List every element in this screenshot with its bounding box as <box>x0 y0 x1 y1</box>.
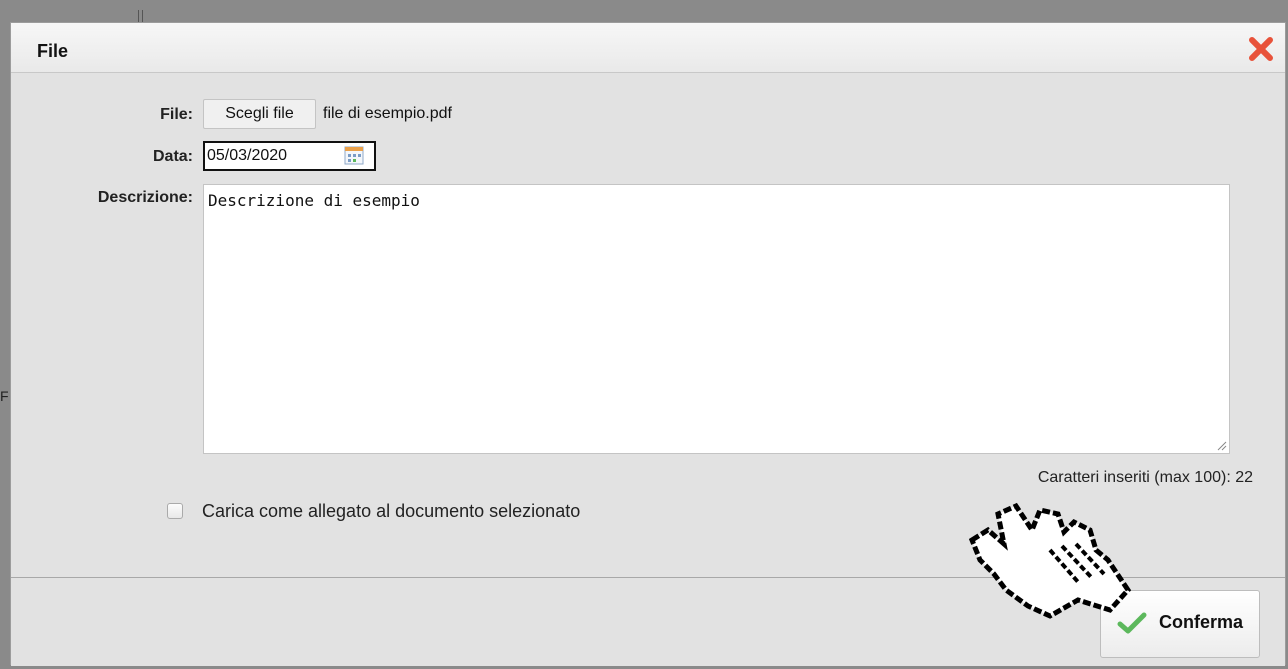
attach-checkbox-label[interactable]: Carica come allegato al documento selezi… <box>202 501 580 522</box>
description-textarea[interactable]: Descrizione di esempio <box>203 184 1230 454</box>
selected-file-name: file di esempio.pdf <box>323 105 452 122</box>
attach-checkbox[interactable] <box>167 503 183 519</box>
confirm-label: Conferma <box>1159 612 1244 632</box>
check-icon <box>1117 612 1147 634</box>
description-label: Descrizione: <box>97 189 193 206</box>
background-text: F <box>0 388 9 404</box>
file-label: File: <box>160 106 193 123</box>
dialog-footer: Conferma <box>11 577 1285 666</box>
date-field[interactable] <box>203 141 376 171</box>
resize-grip-icon[interactable] <box>1215 439 1227 451</box>
file-dialog: File File: Scegli file file di esempio.p… <box>10 22 1286 666</box>
choose-file-button[interactable]: Scegli file <box>203 99 316 129</box>
close-icon[interactable] <box>1247 35 1275 63</box>
date-label: Data: <box>152 148 193 165</box>
dialog-titlebar: File <box>11 23 1285 73</box>
character-counter: Caratteri inseriti (max 100): 22 <box>1037 469 1253 486</box>
confirm-button[interactable]: Conferma <box>1100 590 1260 658</box>
date-input[interactable] <box>207 145 335 167</box>
calendar-icon[interactable] <box>344 146 364 165</box>
dialog-title: File <box>37 41 69 61</box>
